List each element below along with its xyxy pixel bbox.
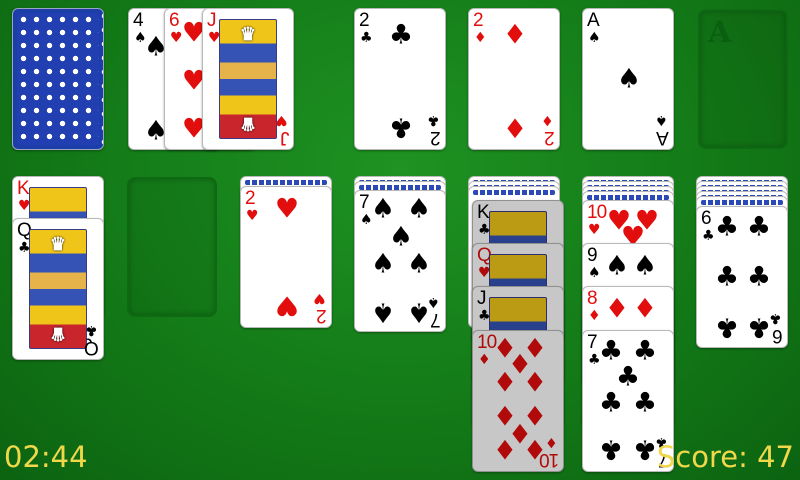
diamond-pip: ♦ [632, 293, 658, 325]
club-pip: ♣ [632, 387, 658, 419]
queen-face-art: ♛ ♛ [29, 229, 87, 349]
card-suit: ♦ [478, 352, 491, 368]
card-rank-bottom: 2 [431, 127, 441, 148]
card-rank-bottom: 7 [431, 309, 441, 330]
card-suit-bottom: ♥ [313, 290, 326, 306]
foundation-spades[interactable]: A ♠ ♠ A ♠ [582, 8, 674, 150]
tableau-2-empty-slot[interactable] [127, 177, 217, 317]
stock-pile[interactable] [12, 8, 104, 150]
tableau-1-card-queen-clubs[interactable]: Q ♣ ♛ ♛ Q ♣ [12, 218, 104, 360]
card-suit: ♥ [588, 222, 601, 238]
card-suit-bottom: ♣ [427, 112, 440, 128]
card-suit-bottom: ♥ [275, 112, 288, 128]
diamond-pip: ♦ [502, 19, 528, 51]
card-rank: K [477, 202, 490, 223]
card-suit: ♣ [702, 228, 715, 244]
heart-pip: ♥ [274, 193, 300, 225]
card-suit: ♣ [360, 30, 373, 46]
foundation-diamonds[interactable]: 2 ♦ ♦ ♦ 2 ♦ [468, 8, 560, 150]
card-rank: 10 [587, 202, 607, 223]
foundation-empty-slot[interactable]: A [698, 9, 788, 149]
game-score: Score: 47 [656, 440, 794, 474]
card-suit: ♥ [246, 208, 259, 224]
card-rank-bottom: 2 [545, 127, 555, 148]
card-rank: 9 [587, 245, 598, 266]
card-rank: A [587, 10, 600, 31]
club-pip: ♣ [388, 111, 414, 143]
card-suit-bottom: ♠ [655, 112, 668, 128]
card-rank: 7 [359, 192, 370, 213]
card-rank: 4 [133, 10, 144, 31]
club-pip: ♣ [632, 335, 658, 367]
tableau-7-card-6-clubs[interactable]: 6 ♣ ♣ ♣ ♣ ♣ ♣ ♣ 6 ♣ [696, 206, 788, 348]
card-rank: 8 [587, 288, 598, 309]
spade-pip: ♠ [632, 250, 658, 282]
card-rank: 6 [701, 208, 712, 229]
club-pip: ♣ [746, 261, 772, 293]
card-rank: 2 [359, 10, 370, 31]
club-pip: ♣ [598, 387, 624, 419]
card-suit: ♠ [588, 265, 601, 281]
card-rank-bottom: 6 [773, 325, 783, 346]
card-suit: ♥ [170, 30, 183, 46]
card-suit-bottom: ♣ [85, 322, 98, 338]
jack-face-art: ♛ ♛ [219, 19, 277, 139]
spade-pip: ♠ [388, 221, 414, 253]
club-pip: ♣ [632, 433, 658, 465]
foundation-clubs[interactable]: 2 ♣ ♣ ♣ 2 ♣ [354, 8, 446, 150]
club-pip: ♣ [598, 335, 624, 367]
spade-pip: ♠ [406, 248, 432, 280]
spade-pip: ♠ [604, 250, 630, 282]
card-suit: ♠ [588, 30, 601, 46]
heart-pip: ♥ [274, 289, 300, 321]
club-pip: ♣ [388, 19, 414, 51]
club-pip: ♣ [746, 311, 772, 343]
card-suit: ♦ [474, 30, 487, 46]
diamond-pip: ♦ [492, 435, 518, 467]
diamond-pip: ♦ [522, 367, 548, 399]
card-suit-bottom: ♦ [545, 434, 558, 450]
card-rank: 2 [473, 10, 484, 31]
club-pip: ♣ [746, 211, 772, 243]
card-rank: J [207, 10, 216, 31]
card-rank-bottom: 10 [539, 449, 559, 470]
spade-pip: ♠ [370, 193, 396, 225]
club-pip: ♣ [714, 211, 740, 243]
game-timer: 02:44 [4, 440, 88, 474]
club-pip: ♣ [615, 361, 641, 393]
card-rank-bottom: 2 [317, 305, 327, 326]
tableau-3-card-2-hearts[interactable]: 2 ♥ ♥ ♥ 2 ♥ [240, 186, 332, 328]
spade-pip: ♠ [370, 248, 396, 280]
card-rank-bottom: J [280, 127, 290, 148]
card-suit-bottom: ♣ [769, 310, 782, 326]
club-pip: ♣ [598, 433, 624, 465]
card-suit: ♦ [588, 308, 601, 324]
card-rank: K [17, 178, 30, 199]
waste-card-jack-hearts[interactable]: J ♥ ♛ ♛ J ♥ [202, 8, 294, 150]
card-suit-bottom: ♦ [541, 112, 554, 128]
card-suit-bottom: ♠ [427, 294, 440, 310]
spade-pip: ♠ [406, 193, 432, 225]
diamond-pip: ♦ [604, 293, 630, 325]
club-pip: ♣ [714, 261, 740, 293]
card-rank-bottom: Q [85, 337, 99, 358]
card-rank-bottom: A [657, 127, 669, 148]
card-rank: J [477, 288, 486, 309]
card-rank: 7 [587, 332, 598, 353]
tableau-5-card-10-diamonds[interactable]: 10 ♦ ♦ ♦ ♦ ♦ ♦ ♦ ♦ ♦ ♦ ♦ 10 ♦ [472, 330, 564, 472]
card-rank: 2 [245, 188, 256, 209]
diamond-pip: ♦ [502, 111, 528, 143]
spade-pip: ♠ [616, 63, 642, 95]
club-pip: ♣ [714, 311, 740, 343]
tableau-4-card-7-spades[interactable]: 7 ♠ ♠ ♠ ♠ ♠ ♠ ♠ ♠ 7 ♠ [354, 190, 446, 332]
card-rank: 6 [169, 10, 180, 31]
diamond-pip: ♦ [492, 367, 518, 399]
ace-placeholder-letter: A [708, 15, 732, 50]
spade-pip: ♠ [370, 296, 396, 328]
